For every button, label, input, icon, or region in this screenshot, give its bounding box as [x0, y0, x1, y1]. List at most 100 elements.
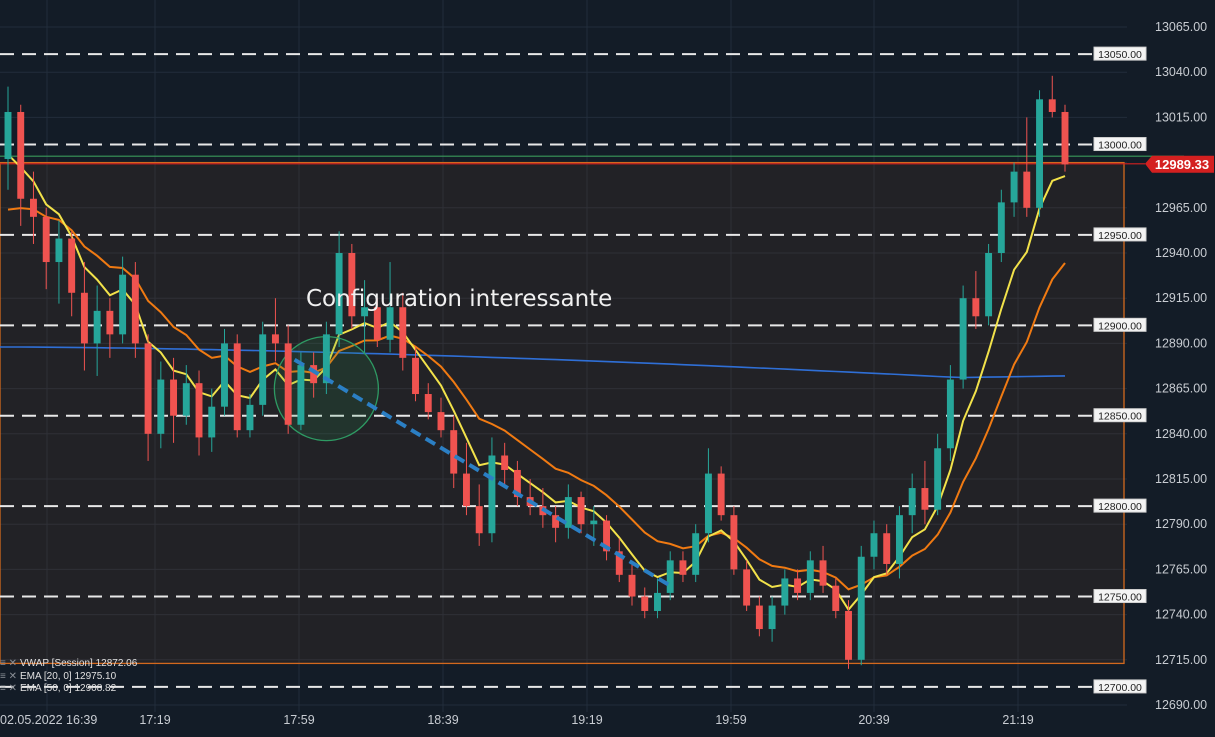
level-label: 13000.00 — [1093, 137, 1147, 152]
candle-body — [233, 343, 241, 431]
candle-body — [68, 238, 76, 293]
legend-vwap-text: VWAP [Session] 12872.06 — [20, 658, 138, 669]
legend-vwap[interactable]: ≡ ✕ VWAP [Session] 12872.06 — [0, 658, 137, 671]
y-tick-label: 12765.00 — [1155, 562, 1207, 576]
candle-body — [743, 569, 751, 606]
candle-body — [462, 473, 470, 507]
candle-body — [284, 343, 292, 425]
candle-body — [666, 560, 674, 593]
candle-body — [857, 556, 865, 660]
legend-settings-icon[interactable]: ≡ ✕ — [0, 671, 17, 682]
candle-body — [297, 365, 305, 425]
candle-body — [654, 592, 661, 611]
legend-ema20-text: EMA [20, 0] 12975.10 — [20, 670, 117, 682]
legend-ema20[interactable]: ≡ ✕ EMA [20, 0] 12975.10 — [0, 671, 137, 684]
candle-body — [424, 394, 432, 413]
candle-body — [590, 520, 598, 525]
last-price-text: 12989.33 — [1155, 157, 1209, 172]
candle-body — [195, 383, 203, 438]
candle-body — [845, 610, 852, 660]
candle-body — [106, 310, 114, 335]
candle-body — [895, 515, 903, 564]
range-box — [0, 161, 1125, 665]
candle-body — [794, 578, 802, 593]
chart-container: 13065.0013040.0013015.0012990.0012965.00… — [0, 0, 1215, 737]
candle-body — [501, 455, 509, 470]
level-label: 12700.00 — [1093, 679, 1147, 694]
candle-body — [17, 111, 25, 199]
y-tick-label: 12815.00 — [1155, 472, 1207, 486]
y-tick-label: 13040.00 — [1155, 65, 1207, 79]
candle-body — [399, 307, 407, 358]
candle-body — [119, 274, 127, 335]
chart-svg[interactable]: 13065.0013040.0013015.0012990.0012965.00… — [0, 0, 1215, 737]
candle — [959, 285, 967, 389]
candle-body — [832, 585, 840, 611]
candle-body — [755, 605, 763, 630]
level-label: 12900.00 — [1093, 317, 1147, 332]
x-tick-label: 19:19 — [571, 713, 602, 727]
candle-body — [1048, 99, 1056, 112]
level-label-text: 12950.00 — [1098, 230, 1142, 242]
candle-body — [1061, 111, 1069, 165]
x-tick-label: 19:59 — [715, 713, 746, 727]
candle-body — [144, 343, 152, 434]
candle-body — [985, 253, 993, 317]
candle-body — [934, 448, 942, 510]
level-label-text: 12800.00 — [1098, 501, 1142, 513]
legend-ema50[interactable]: ≡ ✕ EMA [50, 0] 12908.82 — [0, 683, 137, 696]
legend-settings-icon[interactable]: ≡ ✕ — [0, 683, 17, 694]
candle-body — [221, 343, 228, 407]
candle-body — [908, 488, 916, 516]
candle-body — [1010, 171, 1018, 203]
candle-body — [997, 202, 1005, 253]
candle — [233, 334, 241, 438]
candle-body — [679, 560, 687, 575]
candle-body — [182, 383, 190, 416]
candle-body — [475, 506, 483, 534]
candle — [717, 466, 725, 521]
x-tick-label: 17:59 — [283, 713, 314, 727]
candle-body — [1023, 171, 1031, 208]
level-label: 12850.00 — [1093, 408, 1147, 423]
y-tick-label: 12690.00 — [1155, 698, 1207, 712]
level-label: 12800.00 — [1093, 498, 1147, 513]
level-label: 13050.00 — [1093, 46, 1147, 61]
candle-body — [131, 274, 139, 344]
candle-body — [959, 298, 967, 380]
candle-body — [437, 412, 445, 431]
candle-body — [30, 198, 37, 217]
candle — [259, 321, 267, 416]
x-tick-label: 17:19 — [139, 713, 170, 727]
candle-body — [641, 596, 649, 611]
candle-body — [412, 357, 419, 395]
candle-body — [322, 334, 330, 384]
candle-body — [80, 292, 88, 344]
candle-body — [870, 533, 878, 557]
level-label: 12950.00 — [1093, 227, 1147, 242]
candle-body — [577, 497, 585, 525]
last-price-tag: 12989.33 — [1145, 155, 1214, 173]
candle-body — [692, 533, 700, 575]
candle — [730, 506, 738, 575]
candle — [985, 243, 993, 326]
candle-body — [450, 430, 458, 474]
candle-body — [730, 515, 738, 570]
candle-body — [373, 307, 381, 340]
level-label-text: 12850.00 — [1098, 411, 1142, 423]
y-tick-label: 13015.00 — [1155, 110, 1207, 124]
y-tick-label: 12790.00 — [1155, 517, 1207, 531]
legend-ema50-text: EMA [50, 0] 12908.82 — [20, 683, 117, 694]
y-tick-label: 12740.00 — [1155, 608, 1207, 622]
candle-body — [781, 578, 789, 606]
level-label-text: 13050.00 — [1098, 49, 1142, 61]
candle-body — [93, 310, 101, 344]
candle-body — [704, 473, 712, 534]
legend-settings-icon[interactable]: ≡ ✕ — [0, 658, 17, 669]
level-label-text: 12700.00 — [1098, 682, 1142, 694]
chart-annotation-label: Configuration interessante — [306, 286, 613, 312]
candle — [1061, 104, 1069, 172]
x-tick-label: 02.05.2022 16:39 — [0, 713, 97, 727]
x-tick-label: 20:39 — [858, 713, 889, 727]
y-tick-label: 12715.00 — [1155, 653, 1207, 667]
